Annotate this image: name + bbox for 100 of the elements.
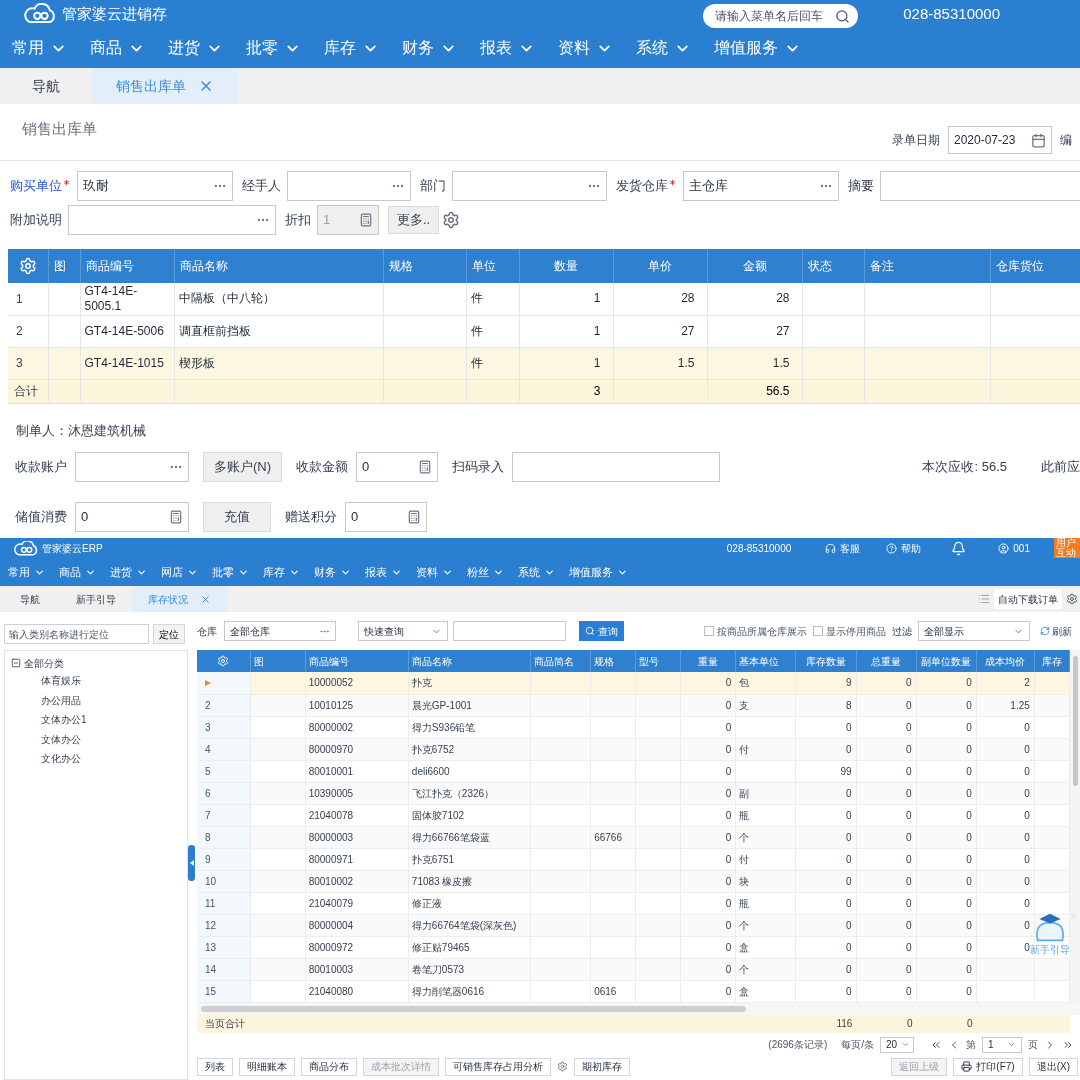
menu-item[interactable]: 进货 [168, 36, 223, 60]
menu-item[interactable]: 常用 [8, 563, 45, 581]
select-field[interactable]: 20 [880, 1036, 914, 1053]
table-row[interactable]: 1 GT4-14E-5005.1 中隔板（中八轮） 件 1 28 28 [8, 283, 1080, 315]
lookup-field[interactable] [452, 171, 607, 201]
toolbar-button[interactable]: 商品分布 [301, 1057, 357, 1076]
menu-item[interactable]: 进货 [110, 563, 147, 581]
table-row[interactable]: 10000052 扑克 0 包 9 0 0 2 [197, 672, 1070, 694]
checkbox[interactable] [813, 626, 823, 636]
calculator-icon[interactable] [169, 509, 183, 524]
tab[interactable]: 导航 [0, 68, 92, 104]
menu-item[interactable]: 常用 [12, 36, 67, 60]
lookup-field[interactable]: 全部仓库 [224, 621, 336, 641]
vertical-scrollbar[interactable] [1070, 650, 1080, 1003]
menu-item[interactable]: 财务 [402, 36, 457, 60]
menu-item[interactable]: 财务 [314, 563, 351, 581]
settings-icon[interactable] [442, 211, 461, 229]
number-field[interactable]: 0 [345, 501, 427, 532]
table-row[interactable]: 7 21040078 固体胶7102 0 瓶 0 0 0 0 [197, 804, 1070, 826]
toolbar-button[interactable]: 退出(X) [1028, 1057, 1078, 1076]
field-link[interactable]: 购买单位 [10, 176, 62, 196]
action-button[interactable]: 充值 [203, 501, 271, 532]
list-icon[interactable] [978, 593, 990, 605]
table-row[interactable]: 4 80000970 扑克6752 0 付 0 0 0 0 [197, 738, 1070, 760]
settings-icon[interactable] [1066, 593, 1078, 605]
more-button[interactable]: 更多.. [388, 206, 440, 234]
tree-node[interactable]: 文体办公 [11, 729, 81, 749]
table-row[interactable]: 5 80010001 deli6600 0 99 0 0 0 [197, 760, 1070, 782]
calculator-icon[interactable] [418, 459, 433, 474]
input-field[interactable] [512, 451, 721, 482]
calendar-icon[interactable] [1031, 132, 1046, 148]
menu-item[interactable]: 报表 [480, 36, 535, 60]
table-row[interactable]: 11 21040079 修正液 0 瓶 0 0 0 0 [197, 892, 1070, 914]
table-row[interactable]: 14 80010003 卷笔刀0573 0 个 0 0 0 [197, 958, 1070, 980]
menu-item[interactable]: 资料 [558, 36, 613, 60]
toolbar-button[interactable]: 可销售库存占用分析 [445, 1057, 551, 1076]
guide-label[interactable]: 新手引导 [1030, 944, 1070, 955]
lookup-field[interactable]: 玖耐 [77, 171, 233, 201]
menu-item[interactable]: 网店 [161, 563, 198, 581]
tab[interactable]: 导航 [0, 586, 60, 612]
menu-item[interactable]: 增值服务 [569, 563, 628, 581]
settings-icon[interactable] [557, 1061, 568, 1072]
toolbar-button[interactable]: 期初库存 [574, 1057, 630, 1076]
lookup-field[interactable] [287, 171, 411, 201]
menu-item[interactable]: 粉丝 [467, 563, 504, 581]
locate-button[interactable]: 定位 [153, 624, 185, 644]
tree-node[interactable]: 全部分类 [11, 655, 64, 671]
table-row[interactable]: 10 80010002 71083 橡皮擦 0 块 0 0 0 0 [197, 870, 1070, 892]
table-row[interactable]: 6 10390005 飞江扑克（2326） 0 副 0 0 0 0 [197, 782, 1070, 804]
table-row[interactable]: 2 GT4-14E-5006 调直框前挡板 件 1 27 27 [8, 315, 1080, 347]
close-icon[interactable] [200, 593, 211, 605]
action-button[interactable]: 多账户(N) [203, 451, 283, 482]
toolbar-button[interactable]: 打印(F7) [953, 1057, 1023, 1076]
lookup-field[interactable] [75, 451, 189, 482]
menu-item[interactable]: 系统 [518, 563, 555, 581]
number-field[interactable]: 0 [356, 451, 439, 482]
tab[interactable]: 库存状况 [132, 586, 227, 612]
tree-node[interactable]: 文体办公1 [11, 710, 87, 730]
calculator-icon[interactable] [407, 509, 421, 524]
tree-node[interactable]: 办公用品 [11, 690, 81, 710]
bell-icon[interactable] [951, 540, 967, 556]
menu-item[interactable]: 库存 [263, 563, 300, 581]
lookup-field[interactable]: 主仓库 [683, 171, 839, 201]
number-field[interactable]: 0 [75, 501, 189, 532]
date-field[interactable]: 2020-07-23 [948, 126, 1052, 154]
input-field[interactable] [453, 621, 566, 641]
horizontal-scrollbar[interactable] [201, 1005, 746, 1012]
user-menu[interactable]: 001 [998, 540, 1030, 556]
search-field[interactable]: 请输入菜单名后回车 [703, 4, 859, 28]
help-link[interactable]: 帮助 [886, 540, 922, 556]
service-link[interactable]: 客服 [825, 540, 861, 556]
checkbox[interactable] [704, 626, 714, 636]
lookup-field[interactable] [68, 205, 276, 235]
chevron-down-icon[interactable] [1007, 1040, 1016, 1049]
menu-item[interactable]: 系统 [636, 36, 691, 60]
tree-node[interactable]: 体育娱乐 [11, 671, 81, 691]
table-row[interactable]: 15 21040080 得力削笔器0616 0616 0 盒 0 0 0 [197, 980, 1070, 1002]
search-icon[interactable] [835, 8, 851, 24]
settings-icon[interactable] [18, 257, 37, 275]
input-field[interactable] [880, 171, 1080, 201]
refresh-button[interactable]: 刷新 [1040, 623, 1072, 639]
menu-item[interactable]: 资料 [416, 563, 453, 581]
select-field[interactable]: 全部显示 [918, 621, 1030, 641]
chevron-down-icon[interactable] [901, 1040, 911, 1049]
select-field[interactable]: 1 [982, 1036, 1022, 1053]
menu-item[interactable]: 增值服务 [714, 36, 801, 60]
menu-item[interactable]: 商品 [90, 36, 145, 60]
table-row[interactable]: 8 80000003 得力66766笔袋蓝 66766 0 个 0 0 0 0 [197, 826, 1070, 848]
tab[interactable]: 新手引导 [60, 586, 132, 612]
query-button[interactable]: 查询 [579, 621, 624, 641]
table-row[interactable]: 3 80000002 得力S936铅笔 0 0 0 0 0 [197, 716, 1070, 738]
table-row[interactable]: 3 GT4-14E-1015 楔形板 件 1 1.5 1.5 [8, 347, 1080, 379]
toolbar-button[interactable]: 自动下载订单 [994, 589, 1062, 609]
menu-item[interactable]: 库存 [324, 36, 379, 60]
tab[interactable]: 销售出库单 [92, 68, 238, 104]
table-row[interactable]: 9 80000971 扑克6751 0 付 0 0 0 0 [197, 848, 1070, 870]
menu-item[interactable]: 批零 [246, 36, 301, 60]
menu-item[interactable]: 批零 [212, 563, 249, 581]
collapse-icon[interactable] [11, 658, 21, 668]
menu-item[interactable]: 报表 [365, 563, 402, 581]
